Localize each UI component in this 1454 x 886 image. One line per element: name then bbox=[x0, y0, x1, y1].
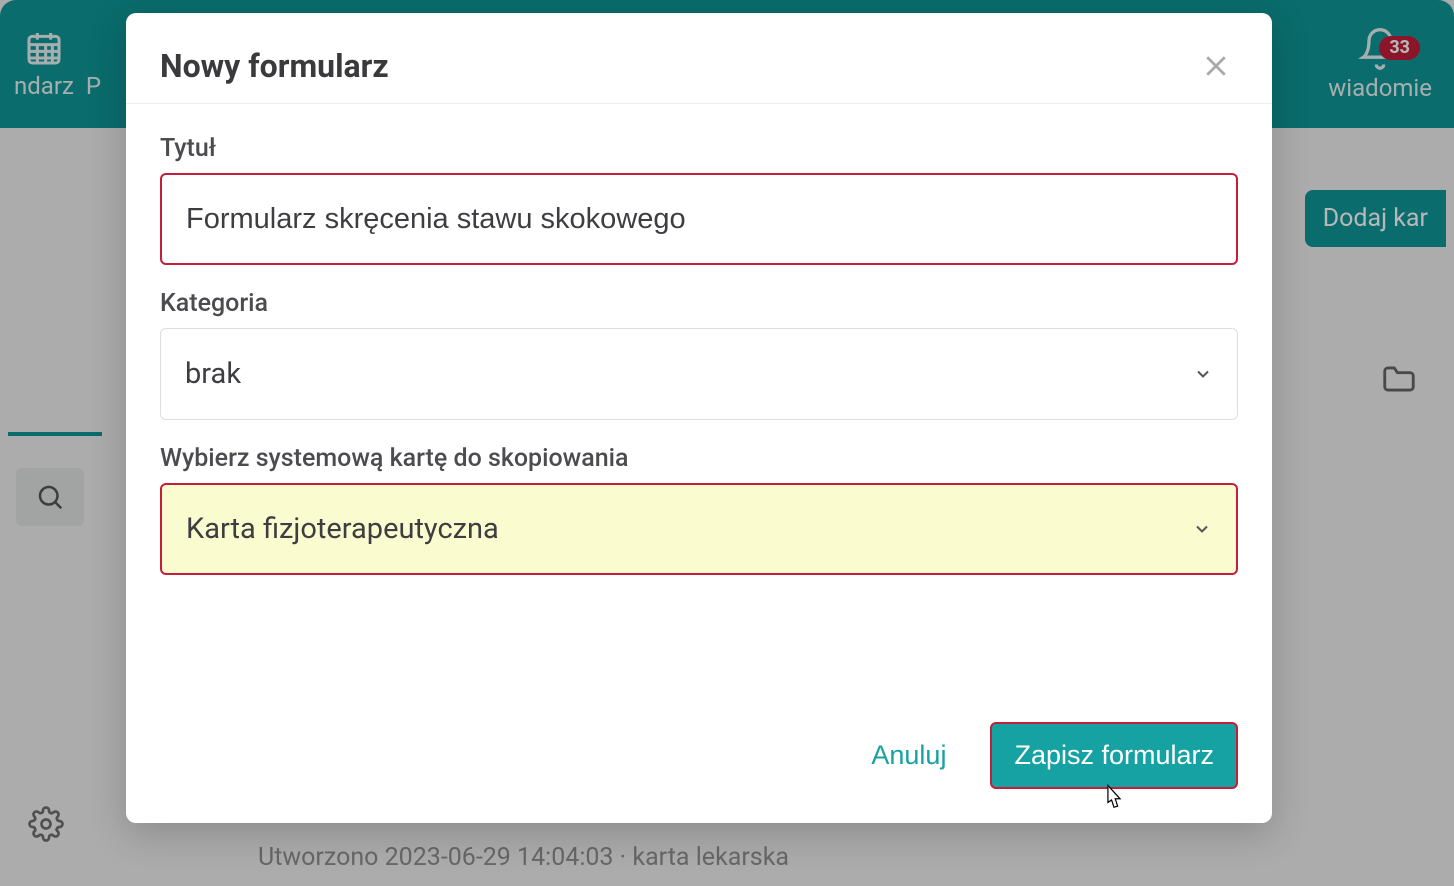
field-copy-card: Wybierz systemową kartę do skopiowania K… bbox=[160, 444, 1238, 575]
title-label: Tytuł bbox=[160, 134, 1238, 163]
modal-header: Nowy formularz bbox=[126, 13, 1272, 104]
field-category: Kategoria brak bbox=[160, 289, 1238, 420]
close-icon bbox=[1201, 51, 1231, 81]
copy-card-label: Wybierz systemową kartę do skopiowania bbox=[160, 444, 1238, 473]
category-select[interactable]: brak bbox=[160, 328, 1238, 420]
modal-title: Nowy formularz bbox=[160, 47, 389, 85]
category-label: Kategoria bbox=[160, 289, 1238, 318]
title-input[interactable] bbox=[160, 173, 1238, 265]
pointer-cursor-icon bbox=[1099, 783, 1129, 817]
category-value: brak bbox=[185, 357, 241, 391]
close-button[interactable] bbox=[1198, 48, 1234, 84]
save-button[interactable]: Zapisz formularz bbox=[990, 722, 1238, 789]
new-form-modal: Nowy formularz Tytuł Kategoria brak Wybi… bbox=[126, 13, 1272, 823]
field-title: Tytuł bbox=[160, 134, 1238, 265]
cancel-button[interactable]: Anuluj bbox=[867, 728, 950, 783]
copy-card-select[interactable]: Karta fizjoterapeutyczna bbox=[160, 483, 1238, 575]
chevron-down-icon bbox=[1192, 519, 1212, 539]
modal-footer: Anuluj Zapisz formularz bbox=[126, 702, 1272, 823]
chevron-down-icon bbox=[1193, 364, 1213, 384]
modal-body: Tytuł Kategoria brak Wybierz systemową k… bbox=[126, 104, 1272, 702]
copy-card-value: Karta fizjoterapeutyczna bbox=[186, 512, 499, 546]
save-button-label: Zapisz formularz bbox=[1014, 740, 1214, 770]
